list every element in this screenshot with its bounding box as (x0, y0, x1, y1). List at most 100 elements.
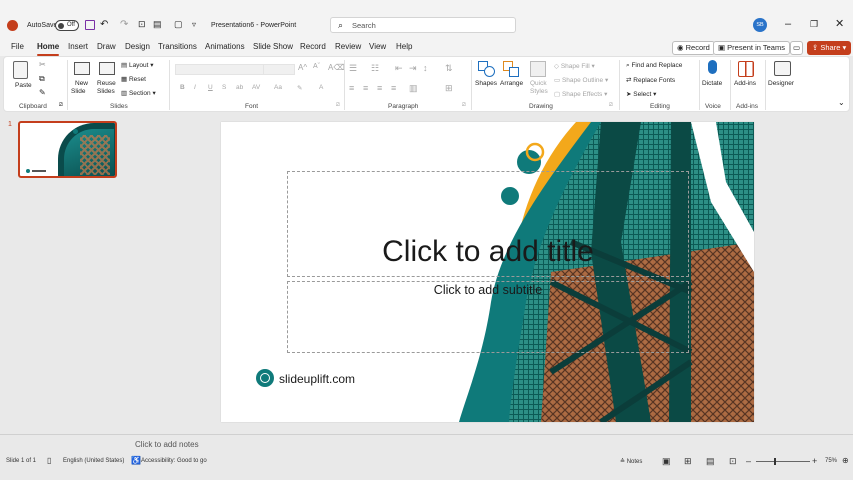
reuse-icon[interactable]: ▢ (174, 19, 183, 30)
microphone-icon[interactable] (708, 60, 717, 74)
paragraph-launcher-icon[interactable]: ⧄ (462, 102, 466, 109)
paste-icon[interactable] (13, 61, 28, 79)
share-button[interactable]: ⇪ Share ▾ (807, 41, 852, 55)
text-direction-icon[interactable]: ⇅ (445, 63, 453, 74)
new-slide-icon[interactable] (74, 62, 90, 75)
align-left-icon[interactable]: ≡ (349, 83, 354, 93)
grow-font-icon[interactable]: A^ (298, 63, 307, 72)
smartart-icon[interactable]: ⊞ (445, 83, 453, 94)
tab-file[interactable]: File (11, 42, 24, 51)
arrange-button[interactable]: Arrange (500, 80, 523, 87)
present-icon[interactable]: ⊡ (138, 19, 146, 30)
accessibility-status[interactable]: Accessibility: Good to go (141, 458, 207, 464)
bold-icon[interactable]: B (180, 84, 185, 91)
shapes-button[interactable]: Shapes (475, 80, 497, 87)
notes-pane[interactable]: Click to add notes (0, 434, 853, 454)
zoom-slider-thumb[interactable] (774, 458, 776, 465)
shrink-font-icon[interactable]: Aˇ (313, 63, 320, 70)
reading-view-icon[interactable]: ▤ (706, 456, 715, 467)
find-replace-button[interactable]: ⌕ Find and Replace (626, 62, 682, 70)
clear-formatting-icon[interactable]: A⌫ (328, 63, 345, 72)
change-case-icon[interactable]: Aa (274, 84, 282, 91)
layout-icon[interactable]: ▤ (153, 19, 162, 30)
tab-view[interactable]: View (369, 42, 386, 51)
normal-view-icon[interactable]: ▣ (662, 456, 671, 467)
reset-button[interactable]: ▦ Reset (121, 75, 146, 83)
drawing-launcher-icon[interactable]: ⧄ (609, 102, 613, 109)
reuse-slides-button[interactable]: Reuse (97, 80, 116, 87)
present-in-teams-button[interactable]: ▣ Present in Teams (713, 41, 790, 55)
font-launcher-icon[interactable]: ⧄ (336, 102, 340, 109)
subtitle-placeholder[interactable]: Click to add subtitle (287, 281, 689, 353)
align-right-icon[interactable]: ≡ (377, 83, 382, 93)
slideshow-icon[interactable]: ⊡ (729, 456, 737, 467)
slide-canvas[interactable]: Click to add title Click to add subtitle… (221, 122, 754, 422)
line-spacing-icon[interactable]: ↕ (423, 63, 428, 73)
shapes-icon[interactable] (478, 61, 496, 77)
text-shadow-icon[interactable]: ab (236, 84, 243, 91)
section-button[interactable]: ▥ Section ▾ (121, 89, 156, 97)
tab-home[interactable]: Home (37, 42, 60, 56)
close-icon[interactable]: ✕ (835, 17, 844, 30)
avatar[interactable]: SB (753, 18, 767, 32)
reuse-slides-icon[interactable] (99, 62, 115, 75)
zoom-in-icon[interactable]: + (812, 456, 817, 466)
quick-styles-icon[interactable] (530, 61, 546, 77)
record-button[interactable]: ◉ Record (672, 41, 715, 55)
autosave-toggle[interactable]: Off (55, 20, 79, 31)
character-spacing-icon[interactable]: AV (252, 84, 260, 91)
tab-animations[interactable]: Animations (205, 42, 245, 51)
fit-to-window-icon[interactable]: ⊕ (842, 456, 849, 465)
shape-outline-button[interactable]: ▭ Shape Outline ▾ (554, 76, 608, 84)
customize-toolbar-icon[interactable]: ▿ (192, 20, 196, 29)
notes-toggle-button[interactable]: ≙ Notes (620, 458, 642, 465)
save-icon[interactable] (85, 20, 95, 30)
restore-icon[interactable]: ❐ (810, 19, 818, 30)
format-painter-icon[interactable]: ✎ (39, 88, 46, 97)
minimize-icon[interactable]: – (785, 18, 791, 30)
search-box[interactable]: ⌕ Search (330, 17, 516, 33)
zoom-out-icon[interactable]: – (746, 456, 751, 466)
new-slide-button[interactable]: New (75, 80, 88, 87)
arrange-icon[interactable] (503, 61, 521, 77)
spelling-icon[interactable]: ▯ (47, 456, 51, 465)
font-size-dropdown[interactable] (263, 64, 295, 75)
tab-record[interactable]: Record (300, 42, 326, 51)
notes-placeholder[interactable]: Click to add notes (135, 440, 199, 449)
comments-button[interactable]: ▭ (790, 41, 803, 55)
cut-icon[interactable]: ✂ (39, 60, 46, 69)
paste-button[interactable]: Paste (15, 82, 32, 89)
shape-effects-button[interactable]: ▢ Shape Effects ▾ (554, 90, 607, 98)
designer-icon[interactable] (774, 61, 791, 76)
increase-indent-icon[interactable]: ⇥ (409, 63, 417, 74)
tab-transitions[interactable]: Transitions (158, 42, 197, 51)
zoom-slider[interactable] (756, 458, 810, 465)
language-status[interactable]: English (United States) (63, 458, 124, 464)
quick-styles-button[interactable]: Quick (530, 80, 547, 87)
search-input[interactable]: Search (352, 21, 376, 30)
ribbon-collapse-icon[interactable]: ⌄ (838, 98, 845, 107)
tab-design[interactable]: Design (125, 42, 150, 51)
add-ins-button[interactable]: Add-ins (734, 80, 756, 87)
align-center-icon[interactable]: ≡ (363, 83, 368, 93)
replace-fonts-button[interactable]: ⇄ Replace Fonts (626, 76, 675, 84)
font-color-icon[interactable]: A (319, 84, 323, 91)
tab-draw[interactable]: Draw (97, 42, 116, 51)
clipboard-launcher-icon[interactable]: ⧄ (59, 102, 63, 109)
tab-slide-show[interactable]: Slide Show (253, 42, 293, 51)
italic-icon[interactable]: I (194, 84, 196, 91)
tab-review[interactable]: Review (335, 42, 361, 51)
redo-icon[interactable]: ↷ (120, 19, 128, 30)
decrease-indent-icon[interactable]: ⇤ (395, 63, 403, 74)
designer-button[interactable]: Designer (768, 80, 794, 87)
title-placeholder[interactable]: Click to add title (287, 171, 689, 277)
bullets-icon[interactable]: ☰ (349, 63, 357, 74)
columns-icon[interactable]: ▥ (409, 83, 418, 94)
add-ins-icon[interactable] (738, 61, 754, 77)
zoom-level[interactable]: 75% (825, 458, 837, 464)
select-button[interactable]: ➤ Select ▾ (626, 90, 656, 98)
slide-thumbnail[interactable] (18, 121, 117, 178)
tab-help[interactable]: Help (396, 42, 412, 51)
numbering-icon[interactable]: ☷ (371, 63, 379, 74)
copy-icon[interactable]: ⧉ (39, 74, 45, 84)
